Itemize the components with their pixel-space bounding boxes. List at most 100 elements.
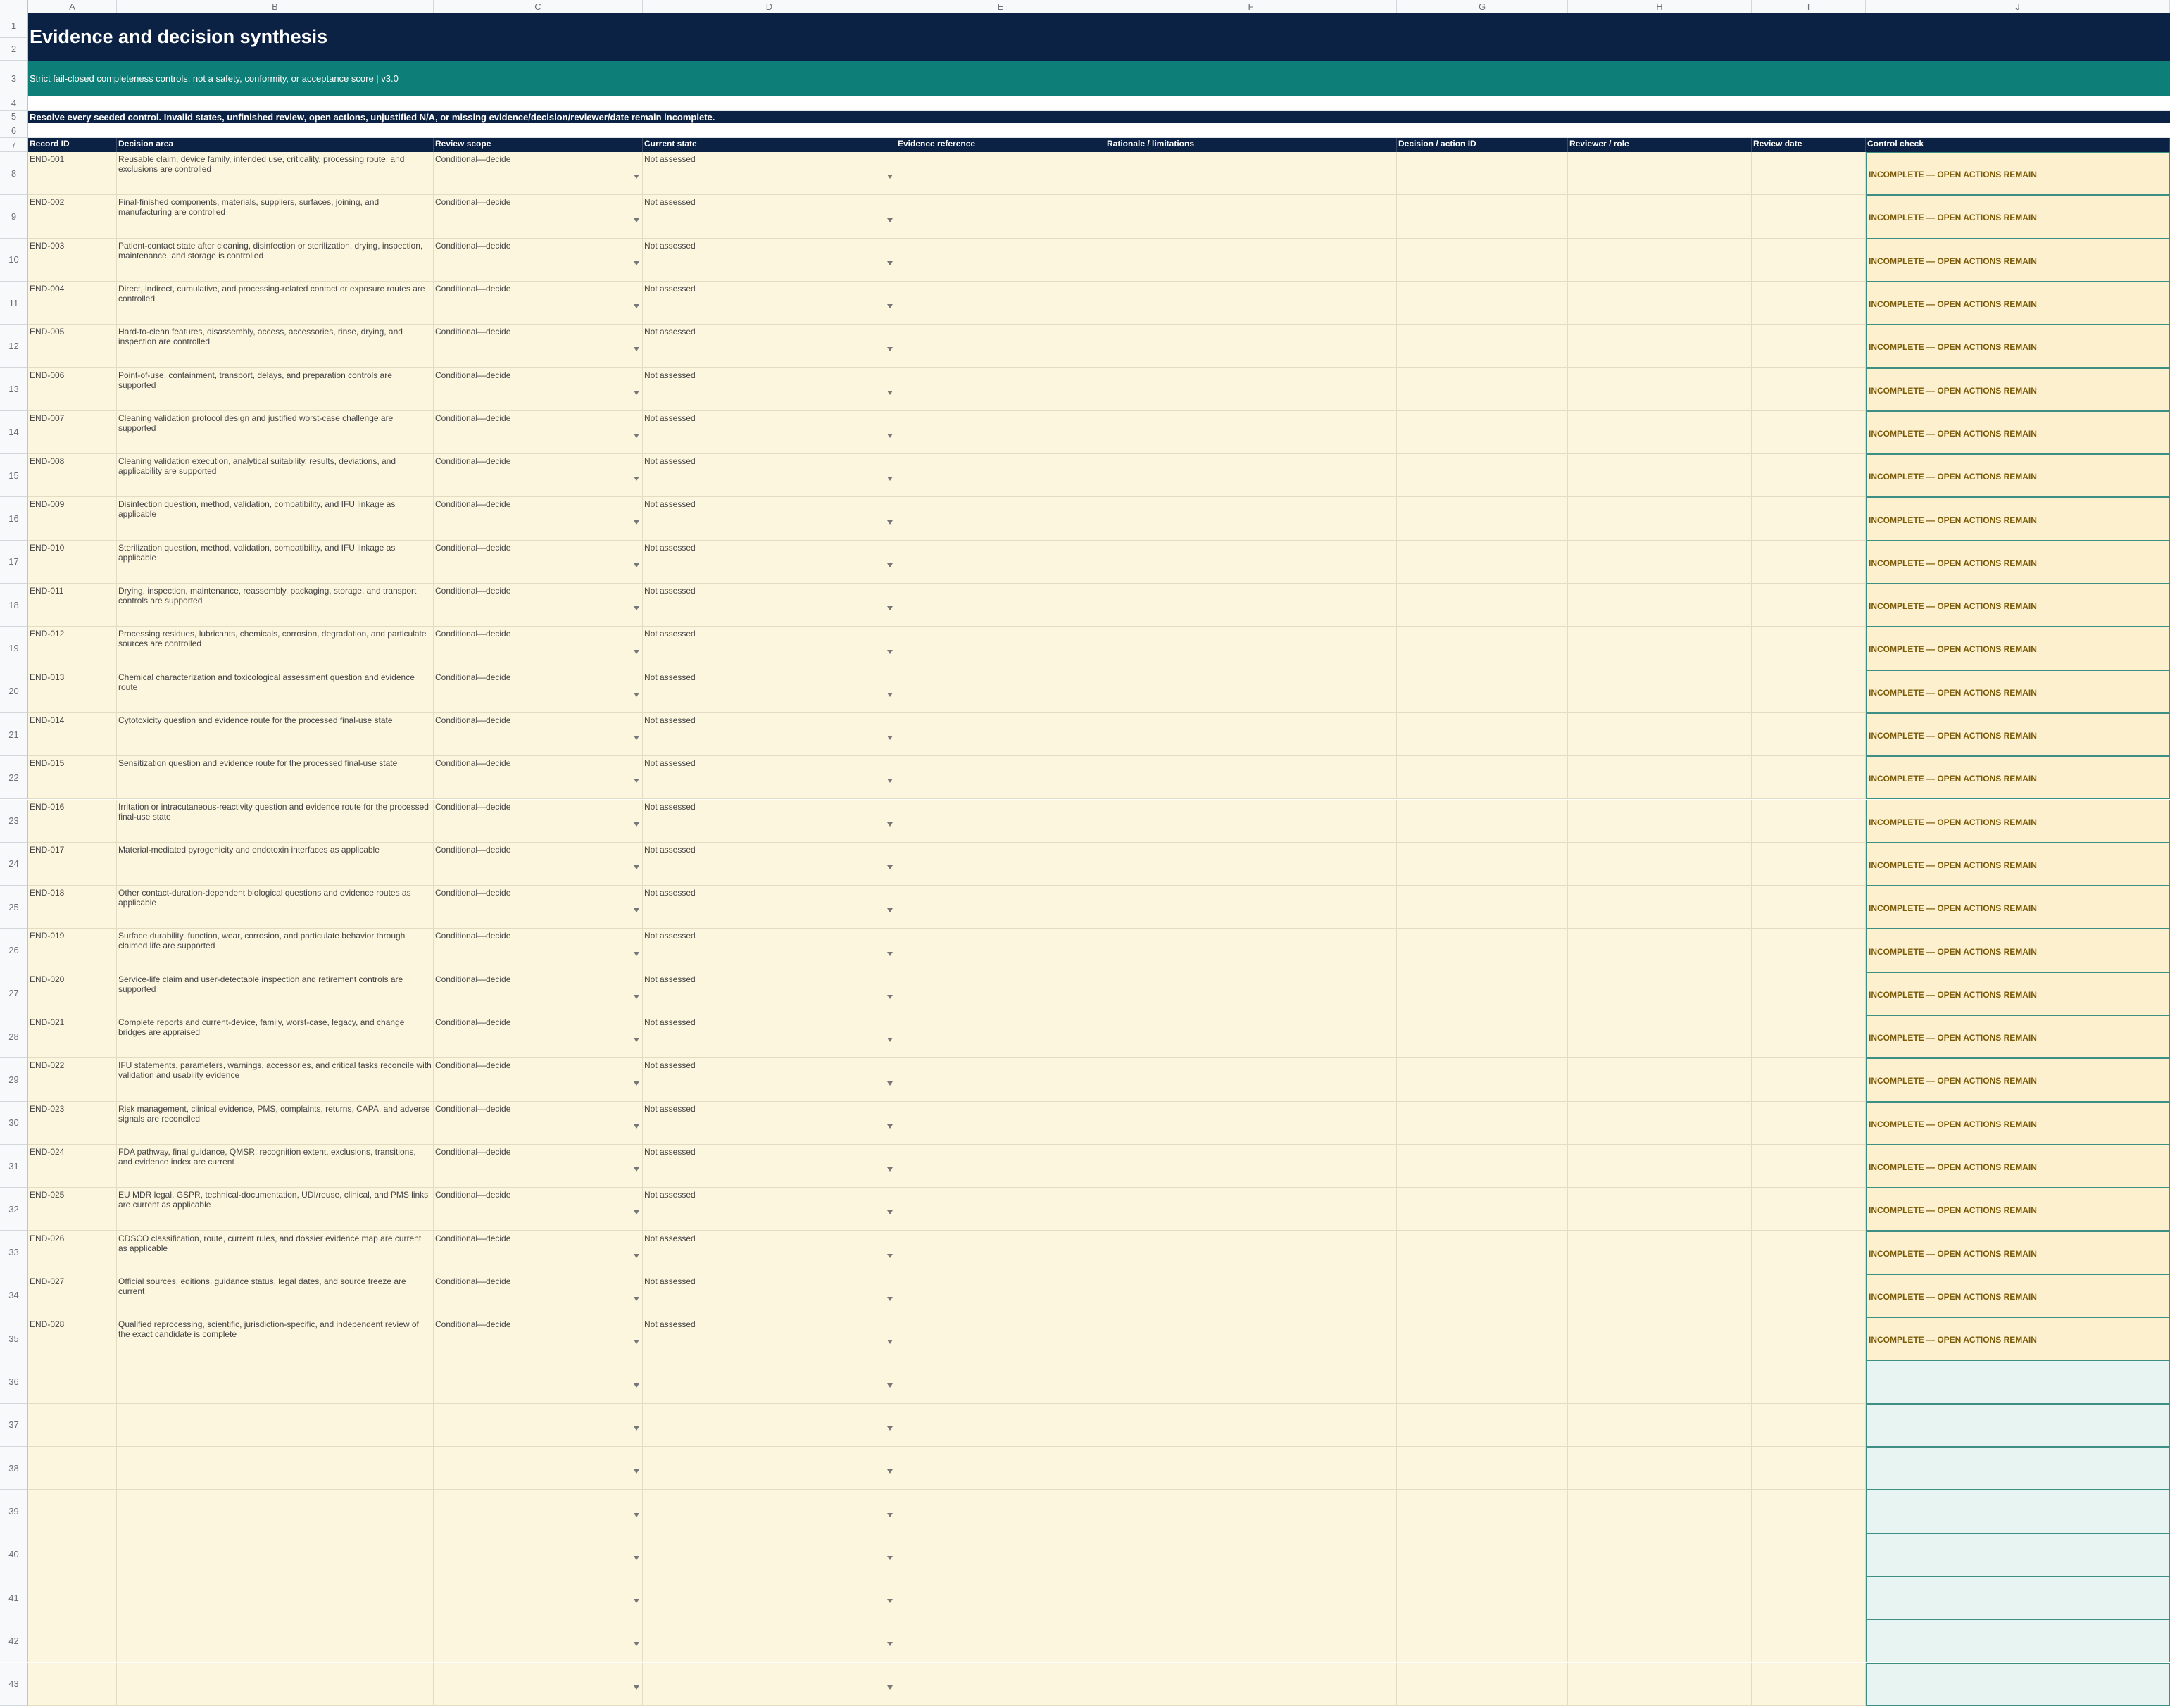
reviewer-role-cell[interactable] bbox=[1568, 972, 1752, 1015]
record-id-cell[interactable] bbox=[28, 1576, 117, 1620]
decision-area-cell[interactable] bbox=[117, 1403, 434, 1447]
review-date-cell[interactable] bbox=[1752, 152, 1866, 196]
reviewer-role-cell[interactable] bbox=[1568, 454, 1752, 498]
decision-action-id-cell[interactable] bbox=[1397, 929, 1568, 972]
decision-area-cell[interactable]: Disinfection question, method, validatio… bbox=[117, 497, 434, 541]
current-state-dropdown[interactable]: Not assessed bbox=[643, 454, 896, 498]
decision-area-cell[interactable]: Sterilization question, method, validati… bbox=[117, 540, 434, 584]
review-date-cell[interactable] bbox=[1752, 410, 1866, 455]
row-header[interactable]: 23 bbox=[0, 799, 28, 843]
row-header[interactable]: 37 bbox=[0, 1403, 28, 1447]
rationale-cell[interactable] bbox=[1105, 1188, 1397, 1231]
decision-area-cell[interactable]: Official sources, editions, guidance sta… bbox=[117, 1274, 434, 1318]
row-header[interactable]: 24 bbox=[0, 842, 28, 886]
row-header[interactable]: 8 bbox=[0, 152, 28, 196]
rationale-cell[interactable] bbox=[1105, 842, 1397, 886]
current-state-dropdown[interactable]: Not assessed bbox=[643, 1188, 896, 1231]
dropdown-arrow-icon[interactable] bbox=[887, 1124, 893, 1129]
evidence-reference-cell[interactable] bbox=[896, 886, 1105, 929]
row-header[interactable]: 5 bbox=[0, 111, 28, 123]
review-scope-dropdown[interactable]: Conditional—decide bbox=[434, 972, 643, 1015]
row-header[interactable]: 31 bbox=[0, 1144, 28, 1188]
dropdown-arrow-icon[interactable] bbox=[887, 520, 893, 525]
review-date-cell[interactable] bbox=[1752, 712, 1866, 757]
review-date-cell[interactable] bbox=[1752, 670, 1866, 713]
rationale-cell[interactable] bbox=[1105, 497, 1397, 541]
decision-area-cell[interactable]: Direct, indirect, cumulative, and proces… bbox=[117, 281, 434, 325]
decision-area-cell[interactable]: Irritation or intracutaneous-reactivity … bbox=[117, 799, 434, 843]
decision-area-cell[interactable]: Material-mediated pyrogenicity and endot… bbox=[117, 842, 434, 886]
reviewer-role-cell[interactable] bbox=[1568, 1576, 1752, 1620]
rationale-cell[interactable] bbox=[1105, 1231, 1397, 1274]
review-scope-dropdown[interactable]: Conditional—decide bbox=[434, 799, 643, 843]
decision-area-cell[interactable]: Other contact-duration-dependent biologi… bbox=[117, 886, 434, 929]
decision-action-id-cell[interactable] bbox=[1397, 1144, 1568, 1188]
reviewer-role-cell[interactable] bbox=[1568, 1447, 1752, 1490]
rationale-cell[interactable] bbox=[1105, 238, 1397, 282]
evidence-reference-cell[interactable] bbox=[896, 325, 1105, 368]
decision-area-cell[interactable]: Sensitization question and evidence rout… bbox=[117, 756, 434, 800]
record-id-cell[interactable] bbox=[28, 1360, 117, 1404]
reviewer-role-cell[interactable] bbox=[1568, 886, 1752, 929]
current-state-dropdown[interactable] bbox=[643, 1576, 896, 1620]
decision-action-id-cell[interactable] bbox=[1397, 799, 1568, 843]
decision-area-cell[interactable]: Cytotoxicity question and evidence route… bbox=[117, 712, 434, 757]
dropdown-arrow-icon[interactable] bbox=[634, 175, 639, 180]
review-scope-dropdown[interactable]: Conditional—decide bbox=[434, 281, 643, 325]
review-scope-dropdown[interactable]: Conditional—decide bbox=[434, 540, 643, 584]
decision-action-id-cell[interactable] bbox=[1397, 1447, 1568, 1490]
dropdown-arrow-icon[interactable] bbox=[634, 908, 639, 913]
rationale-cell[interactable] bbox=[1105, 886, 1397, 929]
row-header[interactable]: 30 bbox=[0, 1101, 28, 1145]
decision-action-id-cell[interactable] bbox=[1397, 1403, 1568, 1447]
current-state-dropdown[interactable] bbox=[643, 1619, 896, 1663]
row-header[interactable]: 34 bbox=[0, 1274, 28, 1318]
evidence-reference-cell[interactable] bbox=[896, 454, 1105, 498]
evidence-reference-cell[interactable] bbox=[896, 1058, 1105, 1102]
decision-action-id-cell[interactable] bbox=[1397, 368, 1568, 411]
record-id-cell[interactable]: END-004 bbox=[28, 281, 117, 325]
review-scope-dropdown[interactable]: Conditional—decide bbox=[434, 756, 643, 800]
review-date-cell[interactable] bbox=[1752, 195, 1866, 239]
record-id-cell[interactable] bbox=[28, 1619, 117, 1663]
rationale-cell[interactable] bbox=[1105, 1619, 1397, 1663]
reviewer-role-cell[interactable] bbox=[1568, 1619, 1752, 1663]
dropdown-arrow-icon[interactable] bbox=[634, 1512, 639, 1517]
decision-action-id-cell[interactable] bbox=[1397, 842, 1568, 886]
record-id-cell[interactable]: END-010 bbox=[28, 540, 117, 584]
decision-area-cell[interactable]: Complete reports and current-device, fam… bbox=[117, 1015, 434, 1059]
dropdown-arrow-icon[interactable] bbox=[634, 1210, 639, 1215]
current-state-dropdown[interactable]: Not assessed bbox=[643, 1274, 896, 1318]
dropdown-arrow-icon[interactable] bbox=[887, 649, 893, 654]
review-date-cell[interactable] bbox=[1752, 1317, 1866, 1361]
row-header[interactable]: 14 bbox=[0, 410, 28, 455]
rationale-cell[interactable] bbox=[1105, 1490, 1397, 1533]
reviewer-role-cell[interactable] bbox=[1568, 1274, 1752, 1318]
decision-area-cell[interactable] bbox=[117, 1576, 434, 1620]
dropdown-arrow-icon[interactable] bbox=[887, 218, 893, 222]
review-date-cell[interactable] bbox=[1752, 1447, 1866, 1490]
review-scope-dropdown[interactable] bbox=[434, 1662, 643, 1706]
current-state-dropdown[interactable]: Not assessed bbox=[643, 410, 896, 455]
decision-action-id-cell[interactable] bbox=[1397, 756, 1568, 800]
review-scope-dropdown[interactable]: Conditional—decide bbox=[434, 1317, 643, 1361]
evidence-reference-cell[interactable] bbox=[896, 1662, 1105, 1706]
record-id-cell[interactable]: END-026 bbox=[28, 1231, 117, 1274]
reviewer-role-cell[interactable] bbox=[1568, 1015, 1752, 1059]
review-date-cell[interactable] bbox=[1752, 627, 1866, 670]
record-id-cell[interactable]: END-008 bbox=[28, 454, 117, 498]
dropdown-arrow-icon[interactable] bbox=[887, 1426, 893, 1431]
review-date-cell[interactable] bbox=[1752, 972, 1866, 1015]
column-header-d[interactable]: D bbox=[643, 0, 896, 13]
current-state-dropdown[interactable]: Not assessed bbox=[643, 1231, 896, 1274]
decision-action-id-cell[interactable] bbox=[1397, 1490, 1568, 1533]
record-id-cell[interactable] bbox=[28, 1447, 117, 1490]
rationale-cell[interactable] bbox=[1105, 972, 1397, 1015]
decision-area-cell[interactable] bbox=[117, 1360, 434, 1404]
evidence-reference-cell[interactable] bbox=[896, 1533, 1105, 1576]
reviewer-role-cell[interactable] bbox=[1568, 1360, 1752, 1404]
review-date-cell[interactable] bbox=[1752, 368, 1866, 411]
record-id-cell[interactable]: END-027 bbox=[28, 1274, 117, 1318]
rationale-cell[interactable] bbox=[1105, 756, 1397, 800]
current-state-dropdown[interactable]: Not assessed bbox=[643, 1144, 896, 1188]
